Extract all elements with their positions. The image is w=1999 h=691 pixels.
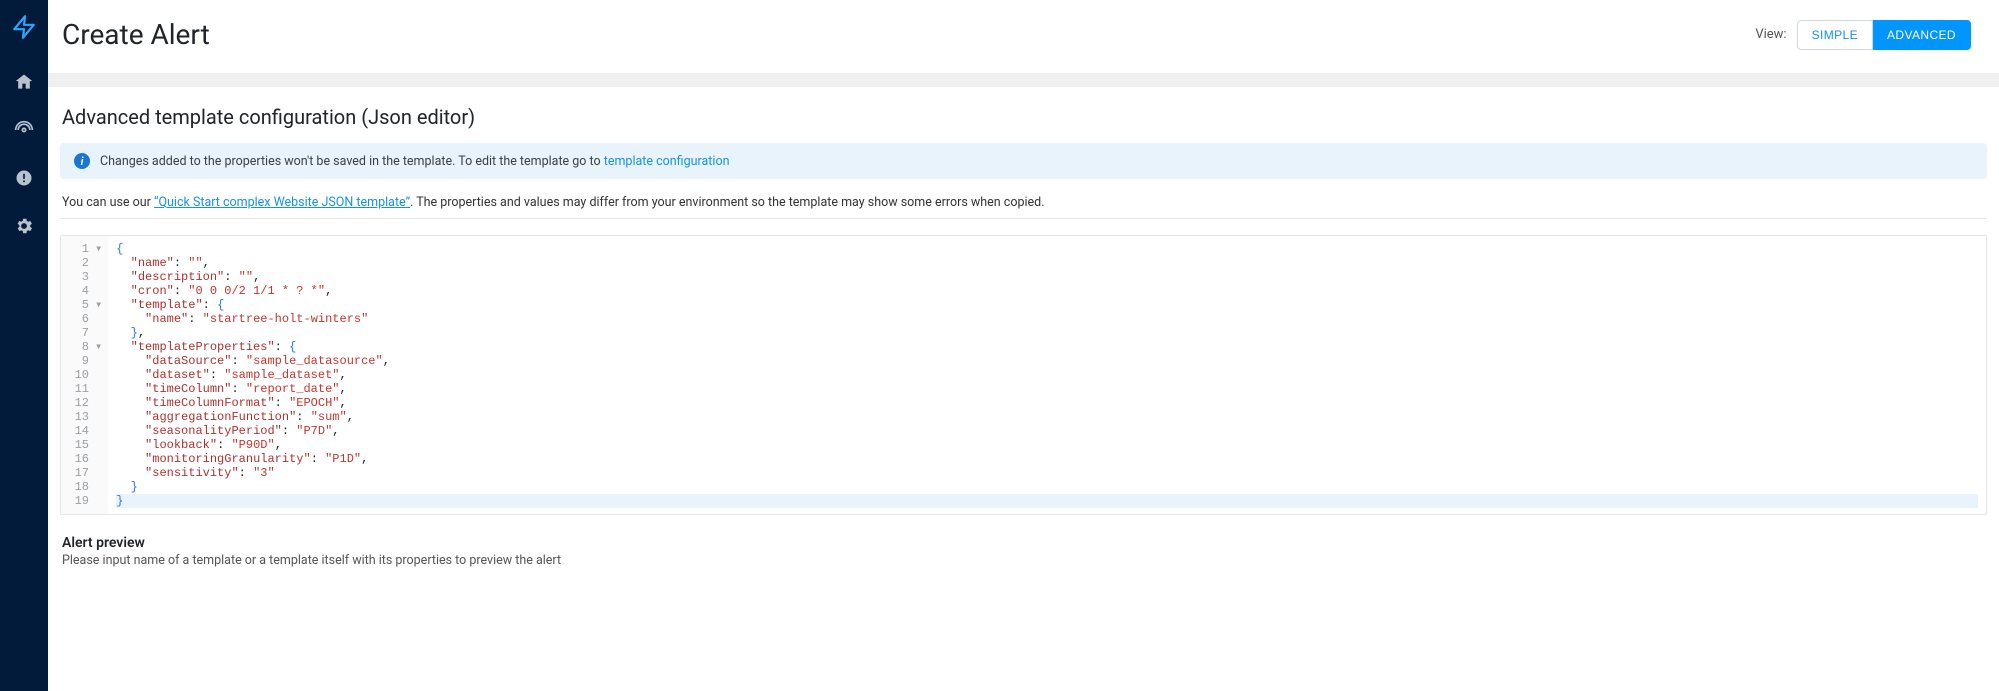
header-divider <box>48 73 1999 87</box>
info-banner: i Changes added to the properties won't … <box>60 143 1987 179</box>
sidebar-item-alerts[interactable] <box>0 154 48 202</box>
view-toggle-group: SIMPLE ADVANCED <box>1797 20 1971 50</box>
info-banner-text: Changes added to the properties won't be… <box>100 154 729 169</box>
alert-preview-title: Alert preview <box>62 535 1985 551</box>
sidebar-item-radar[interactable] <box>0 106 48 154</box>
sidebar-item-home[interactable] <box>0 58 48 106</box>
section-title: Advanced template configuration (Json ed… <box>62 105 1985 129</box>
helper-template-link[interactable]: Quick Start complex Website JSON templat… <box>154 195 410 210</box>
helper-text: You can use our Quick Start complex Webs… <box>62 195 1985 210</box>
page-header: Create Alert View: SIMPLE ADVANCED <box>48 0 1999 73</box>
sidebar <box>0 0 48 691</box>
info-banner-link[interactable]: template configuration <box>604 154 730 169</box>
view-switch: View: SIMPLE ADVANCED <box>1755 20 1971 50</box>
main: Create Alert View: SIMPLE ADVANCED Advan… <box>48 0 1999 691</box>
view-toggle-simple[interactable]: SIMPLE <box>1797 20 1873 50</box>
sidebar-item-settings[interactable] <box>0 202 48 250</box>
editor-fold-column: ▾ ▾ ▾ <box>93 236 108 514</box>
alert-preview-subtitle: Please input name of a template or a tem… <box>62 553 1985 568</box>
view-toggle-advanced[interactable]: ADVANCED <box>1873 20 1971 50</box>
page-title: Create Alert <box>62 18 210 51</box>
editor-code[interactable]: { "name": "", "description": "", "cron":… <box>108 236 1986 514</box>
editor-gutter: 12345678910111213141516171819 <box>61 236 93 514</box>
app-logo-icon <box>11 14 37 40</box>
view-switch-label: View: <box>1755 27 1786 42</box>
content: Advanced template configuration (Json ed… <box>48 87 1999 608</box>
json-editor[interactable]: 12345678910111213141516171819 ▾ ▾ ▾ { "n… <box>60 235 1987 515</box>
info-icon: i <box>74 153 90 169</box>
divider <box>60 218 1987 219</box>
